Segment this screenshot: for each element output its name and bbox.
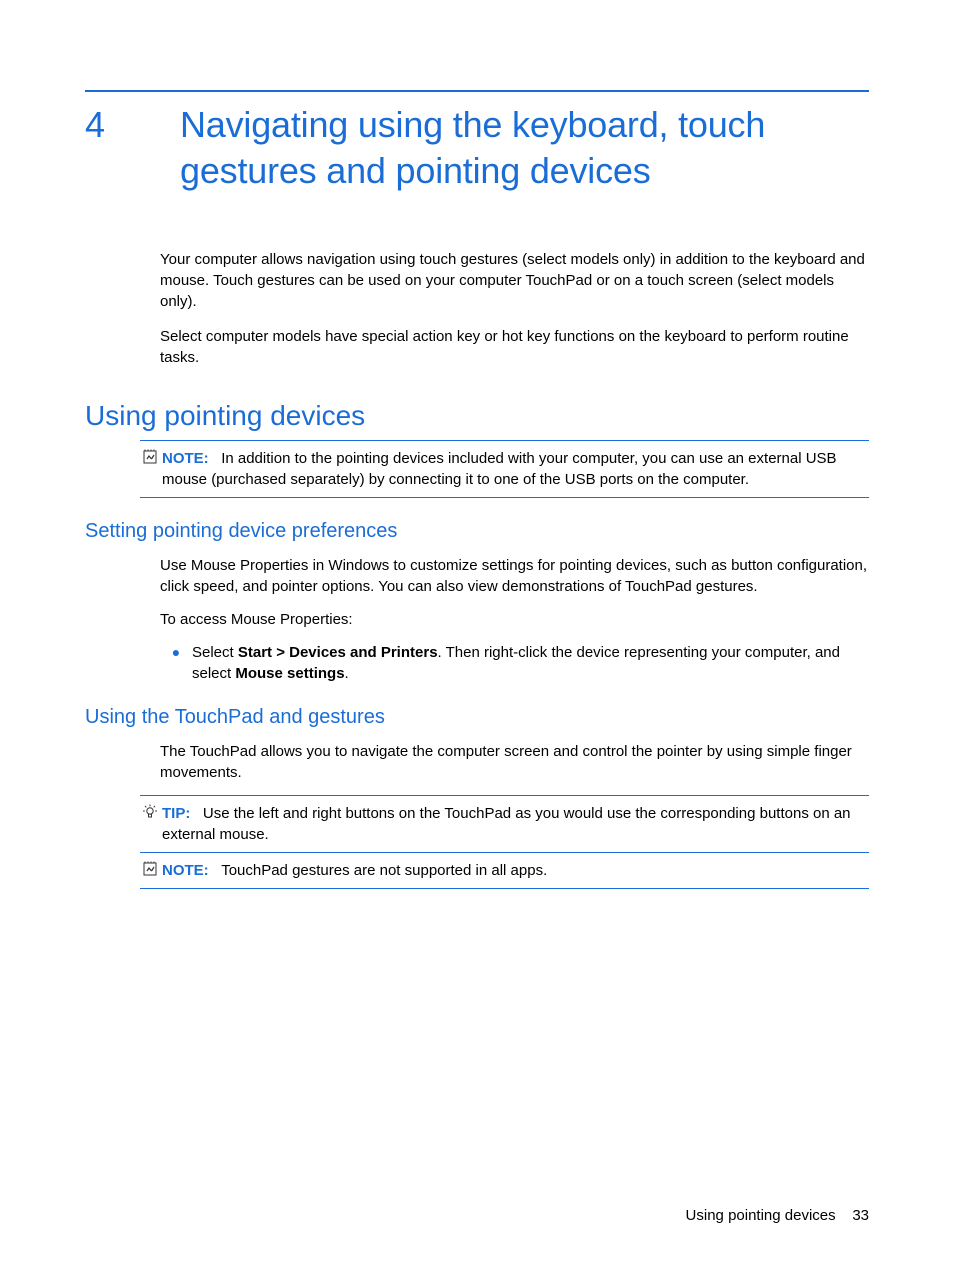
- note-icon: [140, 860, 160, 881]
- note-text: In addition to the pointing devices incl…: [162, 450, 837, 488]
- chapter-header: 4 Navigating using the keyboard, touch g…: [85, 102, 869, 194]
- intro-paragraph: Select computer models have special acti…: [160, 326, 869, 368]
- section-body: Use Mouse Properties in Windows to custo…: [160, 555, 869, 630]
- section-title-using-touchpad: Using the TouchPad and gestures: [85, 706, 869, 729]
- tip-label: TIP:: [162, 805, 190, 822]
- tip-callout: TIP: Use the left and right buttons on t…: [140, 795, 869, 853]
- chapter-title: Navigating using the keyboard, touch ges…: [180, 102, 869, 194]
- footer-section-name: Using pointing devices: [686, 1207, 836, 1224]
- section-title-setting-preferences: Setting pointing device preferences: [85, 520, 869, 543]
- section-title-using-pointing-devices: Using pointing devices: [85, 400, 869, 432]
- note-body: NOTE: In addition to the pointing device…: [160, 448, 869, 490]
- section-body: The TouchPad allows you to navigate the …: [160, 741, 869, 783]
- note-text: TouchPad gestures are not supported in a…: [221, 862, 547, 879]
- note-body: NOTE: TouchPad gestures are not supporte…: [160, 860, 869, 881]
- page-footer: Using pointing devices 33: [686, 1207, 869, 1224]
- bullet-text: Select Start > Devices and Printers. The…: [192, 642, 869, 684]
- footer-page-number: 33: [852, 1207, 869, 1224]
- body-paragraph: Use Mouse Properties in Windows to custo…: [160, 555, 869, 597]
- chapter-intro: Your computer allows navigation using to…: [160, 249, 869, 368]
- note-callout: NOTE: TouchPad gestures are not supporte…: [140, 853, 869, 889]
- tip-body: TIP: Use the left and right buttons on t…: [160, 803, 869, 845]
- body-paragraph: To access Mouse Properties:: [160, 609, 869, 630]
- note-label: NOTE:: [162, 862, 209, 879]
- note-callout: NOTE: In addition to the pointing device…: [140, 440, 869, 498]
- note-icon: [140, 448, 160, 469]
- list-item: ● Select Start > Devices and Printers. T…: [160, 642, 869, 684]
- tip-text: Use the left and right buttons on the To…: [162, 805, 851, 843]
- document-page: 4 Navigating using the keyboard, touch g…: [0, 0, 954, 1270]
- body-paragraph: The TouchPad allows you to navigate the …: [160, 741, 869, 783]
- intro-paragraph: Your computer allows navigation using to…: [160, 249, 869, 312]
- bullet-list: ● Select Start > Devices and Printers. T…: [160, 642, 869, 684]
- chapter-number: 4: [85, 102, 180, 147]
- note-label: NOTE:: [162, 450, 209, 467]
- tip-icon: [140, 803, 160, 824]
- chapter-top-rule: [85, 90, 869, 92]
- bullet-icon: ●: [160, 642, 192, 663]
